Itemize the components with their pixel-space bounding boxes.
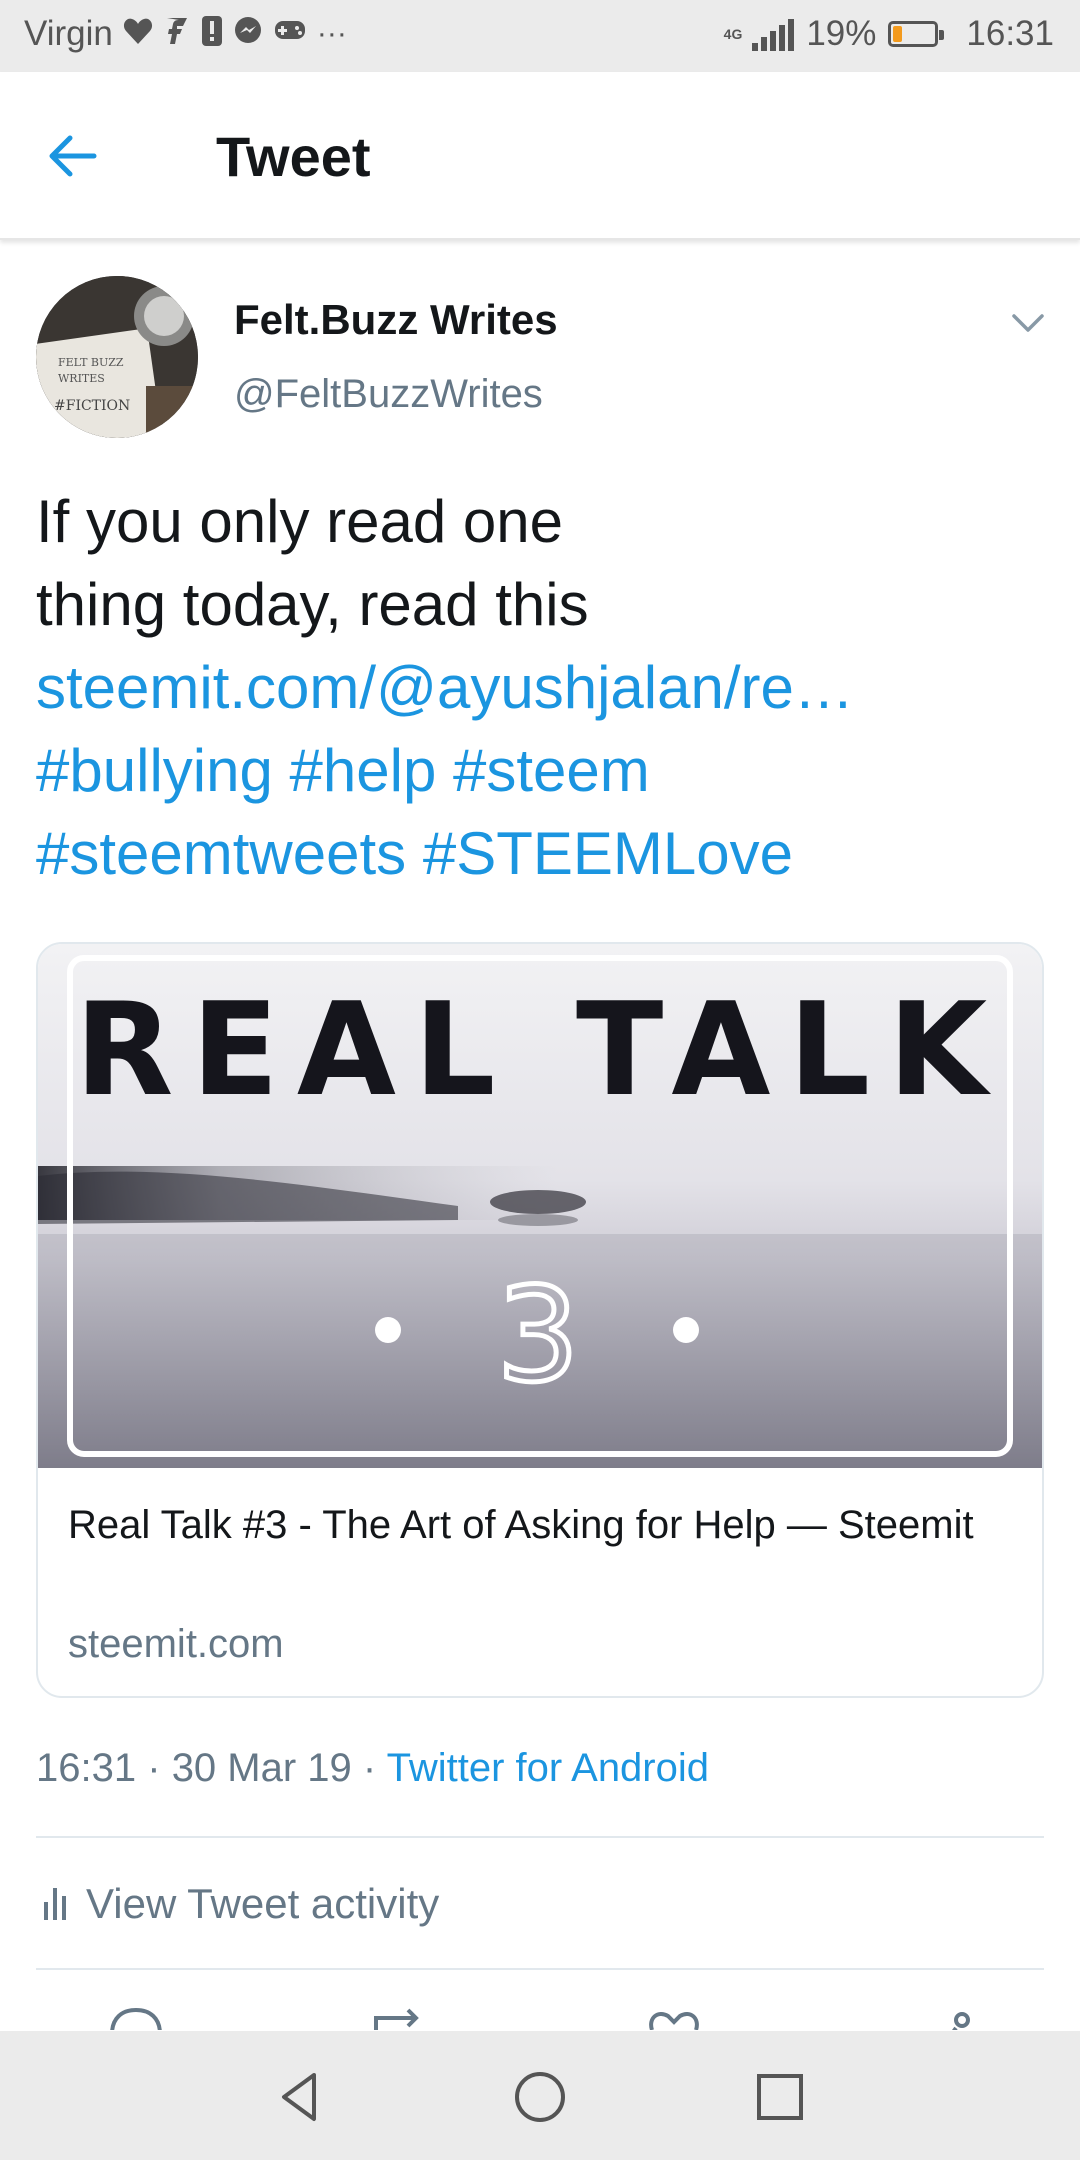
arrow-left-icon — [49, 135, 97, 177]
tweet-link[interactable]: steemit.com/@ayushjalan/re… — [36, 646, 1046, 729]
card-image-number: 3 — [497, 1259, 580, 1411]
more-icon: ··· — [316, 17, 347, 50]
hashtags-line[interactable]: #bullying #help #steem — [36, 729, 1046, 812]
signal-icon — [752, 17, 795, 51]
card-title: Real Talk #3 - The Art of Asking for Hel… — [68, 1503, 974, 1547]
link-card[interactable]: REAL TALK 3 Real Talk #3 - The Art of As… — [36, 942, 1044, 1698]
tweet-date: 30 Mar 19 — [171, 1746, 352, 1790]
network-type-label: 4G — [723, 26, 743, 42]
author-handle[interactable]: @FeltBuzzWrites — [234, 372, 543, 417]
activity-label: View Tweet activity — [86, 1880, 440, 1927]
retweet-icon[interactable] — [368, 2004, 428, 2030]
card-image-heading: REAL TALK — [75, 976, 1005, 1125]
back-button[interactable] — [44, 126, 124, 186]
tweet-timestamp: 16:31 · 30 Mar 19 · Twitter for Android — [36, 1746, 709, 1791]
tweet-source-link[interactable]: Twitter for Android — [387, 1746, 709, 1790]
back-triangle-icon[interactable] — [270, 2067, 330, 2127]
status-bar-right: 4G 19% 16:31 — [724, 14, 1054, 54]
card-domain: steemit.com — [68, 1622, 284, 1666]
bar-chart-icon — [44, 1888, 66, 1920]
tweet-actions — [0, 1990, 1080, 2030]
meta-separator: · — [147, 1746, 161, 1790]
tweet-text-line: thing today, read this — [36, 571, 589, 638]
view-tweet-activity-button[interactable]: View Tweet activity — [44, 1880, 439, 1928]
app-bar: Tweet — [0, 72, 1080, 240]
facebook-icon — [163, 16, 191, 52]
home-circle-icon[interactable] — [510, 2067, 570, 2127]
reply-icon[interactable] — [106, 2004, 166, 2030]
author-name[interactable]: Felt.Buzz Writes — [234, 296, 558, 344]
heart-icon — [123, 17, 153, 51]
status-time: 16:31 — [966, 14, 1054, 53]
divider — [36, 1968, 1044, 1970]
avatar-text-2: WRITES — [58, 372, 105, 385]
alert-icon — [201, 15, 223, 53]
status-bar-left: Virgin ··· — [24, 14, 347, 54]
page-title: Tweet — [216, 125, 371, 188]
divider — [36, 1836, 1044, 1838]
like-icon[interactable] — [644, 2004, 704, 2030]
avatar[interactable]: FELT BUZZ WRITES #FICTION — [36, 276, 198, 438]
avatar-text-1: FELT BUZZ — [58, 356, 124, 369]
carrier-label: Virgin — [24, 14, 113, 53]
status-bar: Virgin ··· 4G 19% 16:31 — [0, 0, 1080, 72]
meta-separator: · — [362, 1746, 377, 1790]
card-image: REAL TALK 3 — [38, 944, 1042, 1468]
tweet-text-line: If you only read one — [36, 488, 564, 555]
tweet-text: If you only read one thing today, read t… — [36, 480, 1046, 895]
share-icon[interactable] — [930, 2004, 990, 2030]
battery-level-fill — [893, 26, 902, 42]
battery-percent: 19% — [806, 14, 877, 53]
tweet-menu-button[interactable] — [1010, 308, 1046, 338]
messenger-icon — [233, 16, 263, 52]
gamepad-icon — [273, 17, 307, 51]
tweet-time: 16:31 — [36, 1746, 137, 1790]
recents-square-icon[interactable] — [750, 2067, 810, 2127]
chevron-down-icon — [1012, 314, 1044, 332]
battery-icon — [888, 21, 945, 47]
system-nav-bar — [0, 2031, 1080, 2160]
hashtags-line[interactable]: #steemtweets #STEEMLove — [36, 812, 1046, 895]
avatar-text-3: #FICTION — [54, 398, 130, 414]
